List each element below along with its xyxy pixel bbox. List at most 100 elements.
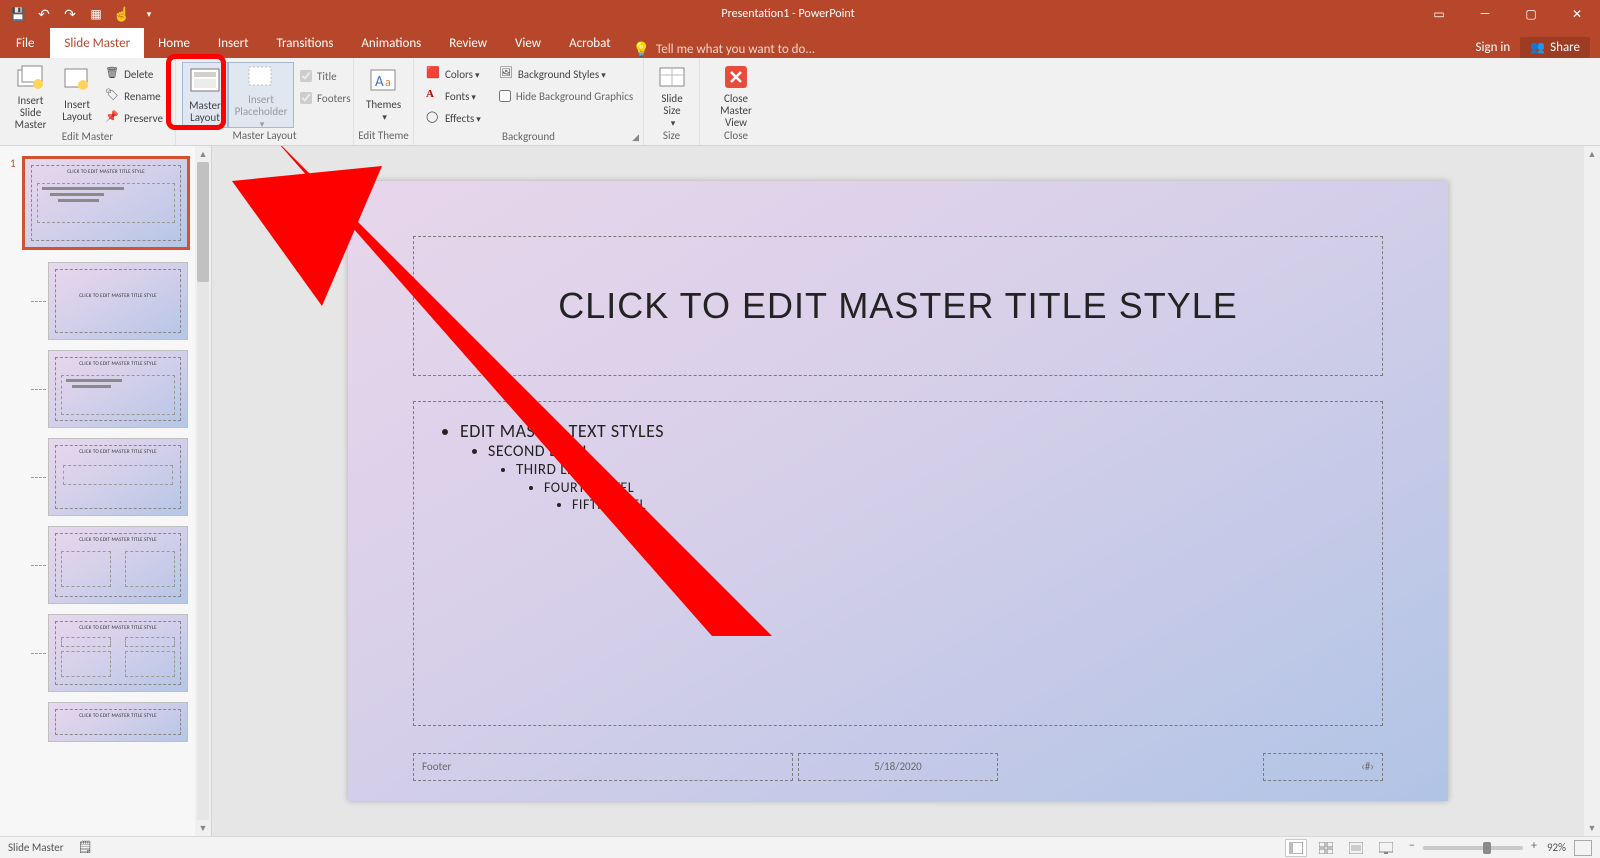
hide-background-checkbox[interactable]: Hide Background Graphics bbox=[495, 86, 637, 106]
tab-view[interactable]: View bbox=[501, 28, 555, 58]
layout-thumbnail[interactable]: CLICK TO EDIT MASTER TITLE STYLE bbox=[48, 262, 188, 340]
insert-placeholder-icon bbox=[245, 65, 277, 91]
scroll-down-icon[interactable]: ▼ bbox=[195, 820, 211, 836]
sign-in-link[interactable]: Sign in bbox=[1476, 40, 1511, 55]
themes-icon: Aa bbox=[368, 64, 400, 96]
close-master-view-button[interactable]: Close Master View bbox=[706, 62, 766, 128]
notes-indicator-icon[interactable] bbox=[78, 840, 93, 855]
themes-label: Themes bbox=[366, 99, 401, 111]
touch-mode-icon[interactable] bbox=[110, 2, 134, 26]
tab-slide-master[interactable]: Slide Master bbox=[50, 28, 144, 58]
body-placeholder[interactable]: EDIT MASTER TEXT STYLES SECOND LEVEL THI… bbox=[413, 401, 1383, 726]
zoom-in-icon[interactable]: + bbox=[1531, 839, 1537, 853]
minimize-icon[interactable] bbox=[1462, 0, 1508, 28]
insert-slide-master-button[interactable]: Insert Slide Master bbox=[6, 62, 55, 128]
tab-home[interactable]: Home bbox=[144, 28, 204, 58]
redo-icon[interactable] bbox=[58, 2, 82, 26]
preserve-button[interactable]: 📌Preserve bbox=[101, 108, 167, 128]
start-from-beginning-icon[interactable] bbox=[84, 2, 108, 26]
close-master-view-label: Close Master View bbox=[712, 93, 760, 129]
layout-thumbnail[interactable]: CLICK TO EDIT MASTER TITLE STYLE bbox=[48, 438, 188, 516]
rename-icon: 🏷 bbox=[105, 88, 121, 104]
title-placeholder[interactable]: CLICK TO EDIT MASTER TITLE STYLE bbox=[413, 236, 1383, 376]
background-styles-button[interactable]: 🖼Background Styles bbox=[495, 64, 637, 84]
date-placeholder[interactable]: 5/18/2020 bbox=[798, 753, 998, 781]
ribbon-tabs: File Slide Master Home Insert Transition… bbox=[0, 28, 1600, 58]
view-slideshow-icon[interactable] bbox=[1375, 839, 1397, 857]
window-controls bbox=[1416, 0, 1600, 28]
master-layout-button[interactable]: Master Layout bbox=[182, 62, 228, 128]
svg-text:a: a bbox=[385, 76, 391, 90]
group-master-layout: Master Layout Insert Placeholder Title F… bbox=[176, 58, 354, 145]
insert-slide-master-label: Insert Slide Master bbox=[12, 95, 49, 131]
title-checkbox[interactable]: Title bbox=[296, 66, 355, 86]
group-label-size: Size bbox=[644, 129, 699, 145]
share-button[interactable]: Share bbox=[1520, 37, 1590, 58]
dialog-launcher-icon[interactable]: ◢ bbox=[632, 132, 639, 143]
tell-me-placeholder: Tell me what you want to do... bbox=[656, 42, 815, 57]
fonts-button[interactable]: AFonts bbox=[422, 86, 485, 106]
footers-checkbox[interactable]: Footers bbox=[296, 88, 355, 108]
colors-icon: 🟥 bbox=[426, 66, 442, 82]
tab-insert[interactable]: Insert bbox=[204, 28, 263, 58]
footer-placeholder[interactable]: Footer bbox=[413, 753, 793, 781]
preserve-icon: 📌 bbox=[105, 110, 121, 126]
slide-canvas-area[interactable]: CLICK TO EDIT MASTER TITLE STYLE EDIT MA… bbox=[212, 146, 1584, 836]
thumbnail-scrollbar[interactable]: ▲ ▼ bbox=[195, 146, 211, 836]
tell-me-search[interactable]: 💡 Tell me what you want to do... bbox=[633, 41, 816, 58]
group-close: Close Master View Close bbox=[700, 58, 772, 145]
insert-placeholder-button[interactable]: Insert Placeholder bbox=[228, 62, 294, 128]
tab-transitions[interactable]: Transitions bbox=[262, 28, 347, 58]
tab-file[interactable]: File bbox=[0, 28, 50, 58]
background-styles-icon: 🖼 bbox=[499, 66, 515, 82]
group-edit-theme: Aa Themes Edit Theme bbox=[354, 58, 414, 145]
insert-layout-label: Insert Layout bbox=[62, 99, 92, 123]
rename-button[interactable]: 🏷Rename bbox=[101, 86, 167, 106]
tab-animations[interactable]: Animations bbox=[347, 28, 435, 58]
layout-thumbnail[interactable]: CLICK TO EDIT MASTER TITLE STYLE bbox=[48, 350, 188, 428]
delete-button[interactable]: 🗑Delete bbox=[101, 64, 167, 84]
body-level5: FIFTH LEVEL bbox=[572, 496, 646, 513]
colors-button[interactable]: 🟥Colors bbox=[422, 64, 485, 84]
ribbon: Insert Slide Master Insert Layout 🗑Delet… bbox=[0, 58, 1600, 146]
view-normal-icon[interactable] bbox=[1285, 839, 1307, 857]
insert-slide-master-icon bbox=[15, 64, 47, 92]
close-window-icon[interactable] bbox=[1554, 0, 1600, 28]
slide-size-label: Slide Size bbox=[661, 93, 682, 117]
master-thumbnail[interactable]: 1 CLICK TO EDIT MASTER TITLE STYLE bbox=[22, 156, 190, 250]
scroll-up-icon[interactable]: ▲ bbox=[1584, 146, 1600, 162]
master-layout-icon bbox=[189, 65, 221, 97]
title-text: CLICK TO EDIT MASTER TITLE STYLE bbox=[558, 285, 1238, 327]
qat-customize-icon[interactable] bbox=[136, 2, 160, 26]
slide-thumbnail-pane[interactable]: 1 CLICK TO EDIT MASTER TITLE STYLE CLICK… bbox=[0, 146, 212, 836]
effects-button[interactable]: ◯Effects bbox=[422, 108, 485, 128]
slide-size-button[interactable]: Slide Size bbox=[650, 62, 694, 128]
undo-icon[interactable] bbox=[32, 2, 56, 26]
editor-scrollbar[interactable]: ▲ ▼ bbox=[1584, 146, 1600, 836]
group-background: 🟥Colors AFonts ◯Effects 🖼Background Styl… bbox=[414, 58, 644, 145]
status-bar: Slide Master −+ 92% bbox=[0, 836, 1600, 858]
fit-to-window-icon[interactable] bbox=[1574, 840, 1592, 856]
save-icon[interactable] bbox=[6, 2, 30, 26]
zoom-out-icon[interactable]: − bbox=[1409, 839, 1415, 853]
layout-thumbnail[interactable]: CLICK TO EDIT MASTER TITLE STYLE bbox=[48, 526, 188, 604]
group-label-master-layout: Master Layout bbox=[176, 129, 353, 145]
scroll-up-icon[interactable]: ▲ bbox=[195, 146, 211, 162]
themes-button[interactable]: Aa Themes bbox=[360, 62, 407, 128]
tab-acrobat[interactable]: Acrobat bbox=[555, 28, 625, 58]
view-sorter-icon[interactable] bbox=[1315, 839, 1337, 857]
group-label-background: Background◢ bbox=[414, 130, 643, 145]
ribbon-display-options-icon[interactable] bbox=[1416, 0, 1462, 28]
view-reading-icon[interactable] bbox=[1345, 839, 1367, 857]
zoom-slider[interactable]: −+ bbox=[1423, 846, 1523, 850]
insert-layout-button[interactable]: Insert Layout bbox=[55, 62, 99, 128]
zoom-level[interactable]: 92% bbox=[1547, 841, 1566, 854]
body-level1: EDIT MASTER TEXT STYLES bbox=[460, 420, 664, 442]
delete-icon: 🗑 bbox=[105, 66, 121, 82]
tab-review[interactable]: Review bbox=[435, 28, 501, 58]
scroll-down-icon[interactable]: ▼ bbox=[1584, 820, 1600, 836]
layout-thumbnail[interactable]: CLICK TO EDIT MASTER TITLE STYLE bbox=[48, 702, 188, 742]
layout-thumbnail[interactable]: CLICK TO EDIT MASTER TITLE STYLE bbox=[48, 614, 188, 692]
slide-number-placeholder[interactable]: ‹#› bbox=[1263, 753, 1383, 781]
restore-icon[interactable] bbox=[1508, 0, 1554, 28]
